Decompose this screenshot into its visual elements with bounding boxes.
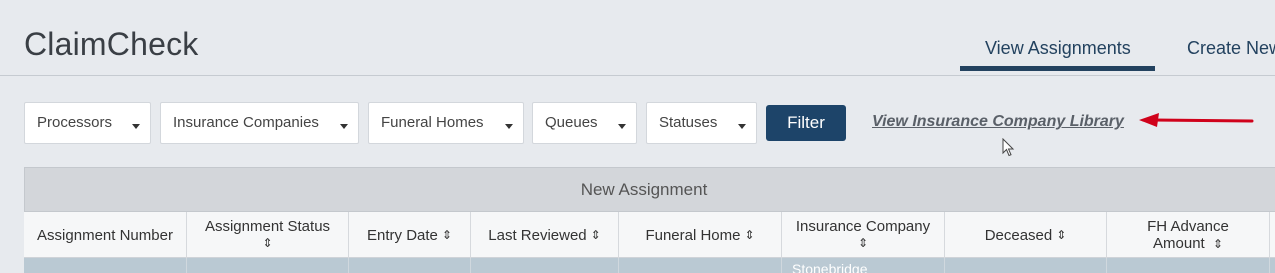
col-fh-advance-amount[interactable]: FH Advance Amount ⇕ — [1107, 212, 1270, 258]
sort-icon: ⇕ — [744, 227, 755, 242]
col-label: Assignment Status — [204, 218, 331, 235]
col-label: Assignment Number — [37, 226, 173, 244]
cell-deceased — [945, 258, 1107, 273]
col-label: Last Reviewed — [488, 226, 587, 244]
queues-dropdown[interactable]: Queues — [532, 102, 637, 144]
sort-icon: ⇕ — [1212, 236, 1223, 251]
cell-fh-advance-amount — [1107, 258, 1270, 273]
funeral-homes-dropdown-label: Funeral Homes — [381, 114, 484, 131]
insurance-companies-dropdown-label: Insurance Companies — [173, 114, 319, 131]
sort-icon: ⇕ — [1056, 227, 1067, 242]
cell-funeral-home — [619, 258, 782, 273]
group-header: New Assignment — [24, 167, 1275, 212]
table-row[interactable]: Stonebridge — [24, 258, 1275, 273]
col-label: FH Advance Amount ⇕ — [1147, 217, 1229, 252]
sort-icon: ⇕ — [857, 236, 869, 250]
sort-icon: ⇕ — [262, 236, 273, 250]
app-header: ClaimCheck View Assignments Create New — [0, 0, 1275, 76]
tab-create-new[interactable]: Create New — [1187, 38, 1275, 59]
col-label: Funeral Home — [645, 226, 741, 244]
col-assignment-status[interactable]: Assignment Status ⇕ — [187, 212, 349, 258]
statuses-dropdown-label: Statuses — [659, 114, 718, 131]
insurance-company-library-link[interactable]: View Insurance Company Library — [872, 113, 1124, 131]
cell-assignment-number — [24, 258, 187, 273]
cell-last-reviewed — [471, 258, 619, 273]
processors-dropdown[interactable]: Processors — [24, 102, 151, 144]
processors-dropdown-label: Processors — [37, 114, 113, 131]
cell-insurance-company: Stonebridge — [782, 258, 945, 273]
col-assignment-number[interactable]: Assignment Number — [24, 212, 187, 258]
red-arrow-annotation — [1139, 113, 1254, 127]
caret-down-icon — [618, 124, 626, 129]
col-funeral-home[interactable]: Funeral Home ⇕ — [619, 212, 782, 258]
caret-down-icon — [505, 124, 513, 129]
col-last-reviewed[interactable]: Last Reviewed ⇕ — [471, 212, 619, 258]
queues-dropdown-label: Queues — [545, 114, 598, 131]
caret-down-icon — [340, 124, 348, 129]
cell-entry-date — [349, 258, 471, 273]
assignments-table: New Assignment Assignment Number Assignm… — [24, 167, 1275, 273]
filter-button[interactable]: Filter — [766, 105, 846, 141]
insurance-companies-dropdown[interactable]: Insurance Companies — [160, 102, 359, 144]
funeral-homes-dropdown[interactable]: Funeral Homes — [368, 102, 524, 144]
caret-down-icon — [738, 124, 746, 129]
col-deceased[interactable]: Deceased ⇕ — [945, 212, 1107, 258]
mouse-cursor-icon — [1002, 138, 1015, 157]
tab-view-assignments[interactable]: View Assignments — [960, 38, 1155, 71]
col-label: Deceased — [984, 226, 1053, 244]
caret-down-icon — [132, 124, 140, 129]
sort-icon: ⇕ — [590, 227, 601, 242]
col-label: Insurance Company — [795, 218, 931, 235]
table-header-row: Assignment Number Assignment Status ⇕ En… — [24, 212, 1275, 258]
col-entry-date[interactable]: Entry Date ⇕ — [349, 212, 471, 258]
sort-icon: ⇕ — [441, 227, 452, 242]
statuses-dropdown[interactable]: Statuses — [646, 102, 757, 144]
cell-assignment-status — [187, 258, 349, 273]
app-title: ClaimCheck — [24, 26, 199, 62]
col-insurance-company[interactable]: Insurance Company ⇕ — [782, 212, 945, 258]
col-label: Entry Date — [367, 226, 438, 244]
